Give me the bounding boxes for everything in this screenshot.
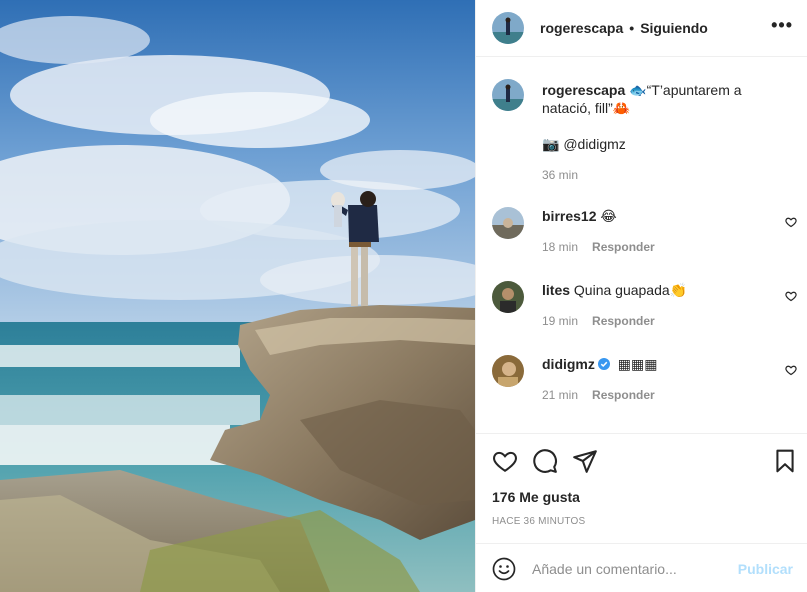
- comment-username[interactable]: lites: [542, 282, 570, 298]
- post-sidebar: rogerescapa • Siguiendo ••• rogerescapa: [475, 0, 807, 592]
- publish-button[interactable]: Publicar: [738, 561, 793, 577]
- avatar[interactable]: [492, 281, 524, 313]
- heart-icon[interactable]: [785, 290, 797, 302]
- comment-meta: 19 min Responder: [542, 314, 655, 328]
- heart-icon[interactable]: [492, 448, 518, 474]
- comment-item: didigmz ▦▦▦ 21 min Responder: [492, 355, 807, 405]
- comment-username[interactable]: birres12: [542, 208, 596, 224]
- comment-meta: 18 min Responder: [542, 240, 655, 254]
- add-comment-bar: Publicar: [476, 543, 807, 592]
- avatar[interactable]: [492, 207, 524, 239]
- avatar-image: [492, 281, 524, 313]
- avatar-image: [492, 355, 524, 387]
- heart-icon[interactable]: [785, 216, 797, 228]
- header-username[interactable]: rogerescapa: [540, 20, 623, 36]
- reply-button[interactable]: Responder: [592, 314, 655, 328]
- post-photo-image: [0, 0, 475, 592]
- avatar-image: [492, 12, 524, 44]
- comment-item: birres12 😂 18 min Responder: [492, 207, 807, 257]
- comment-text: didigmz ▦▦▦: [542, 355, 777, 373]
- more-dots-icon[interactable]: •••: [771, 16, 793, 34]
- comment-time: 21 min: [542, 388, 579, 402]
- reply-button[interactable]: Responder: [592, 240, 655, 254]
- heart-icon[interactable]: [785, 364, 797, 376]
- caption-item: rogerescapa 🐟“T’apuntarem a natació, fil…: [492, 79, 807, 189]
- bookmark-icon[interactable]: [772, 448, 798, 474]
- comment-text: birres12 😂: [542, 207, 777, 225]
- likes-count[interactable]: 176 Me gusta: [492, 489, 580, 505]
- instagram-post: rogerescapa • Siguiendo ••• rogerescapa: [0, 0, 807, 592]
- comment-content: 😂: [600, 208, 617, 224]
- caption-credit[interactable]: 📷 @didigmz: [542, 135, 777, 153]
- verified-badge-icon: [597, 358, 610, 370]
- comment-content: Quina guapada👏: [573, 282, 688, 298]
- comment-content: ▦▦▦: [617, 356, 658, 372]
- caption-text: rogerescapa 🐟“T’apuntarem a natació, fil…: [542, 81, 777, 117]
- comments-list: rogerescapa 🐟“T’apuntarem a natació, fil…: [476, 57, 807, 433]
- caption-time: 36 min: [542, 168, 579, 182]
- comment-text: lites Quina guapada👏: [542, 281, 777, 299]
- emoji-icon[interactable]: [492, 557, 516, 581]
- avatar-image: [492, 79, 524, 111]
- header-separator: •: [629, 20, 635, 36]
- post-photo[interactable]: [0, 0, 475, 592]
- comment-input[interactable]: [532, 558, 732, 580]
- avatar-image: [492, 207, 524, 239]
- avatar[interactable]: [492, 355, 524, 387]
- post-timestamp: HACE 36 MINUTOS: [492, 516, 586, 527]
- avatar[interactable]: [492, 79, 524, 111]
- avatar[interactable]: [492, 12, 524, 44]
- comment-time: 18 min: [542, 240, 579, 254]
- follow-status-button[interactable]: Siguiendo: [640, 20, 708, 36]
- comment-icon[interactable]: [532, 448, 558, 474]
- reply-button[interactable]: Responder: [592, 388, 655, 402]
- comment-item: lites Quina guapada👏 19 min Responder: [492, 281, 807, 331]
- comment-meta: 21 min Responder: [542, 388, 655, 402]
- comment-username[interactable]: didigmz: [542, 356, 595, 372]
- post-header: rogerescapa • Siguiendo •••: [476, 0, 807, 57]
- caption-username[interactable]: rogerescapa: [542, 82, 625, 98]
- comment-time: 19 min: [542, 314, 579, 328]
- share-icon[interactable]: [572, 448, 598, 474]
